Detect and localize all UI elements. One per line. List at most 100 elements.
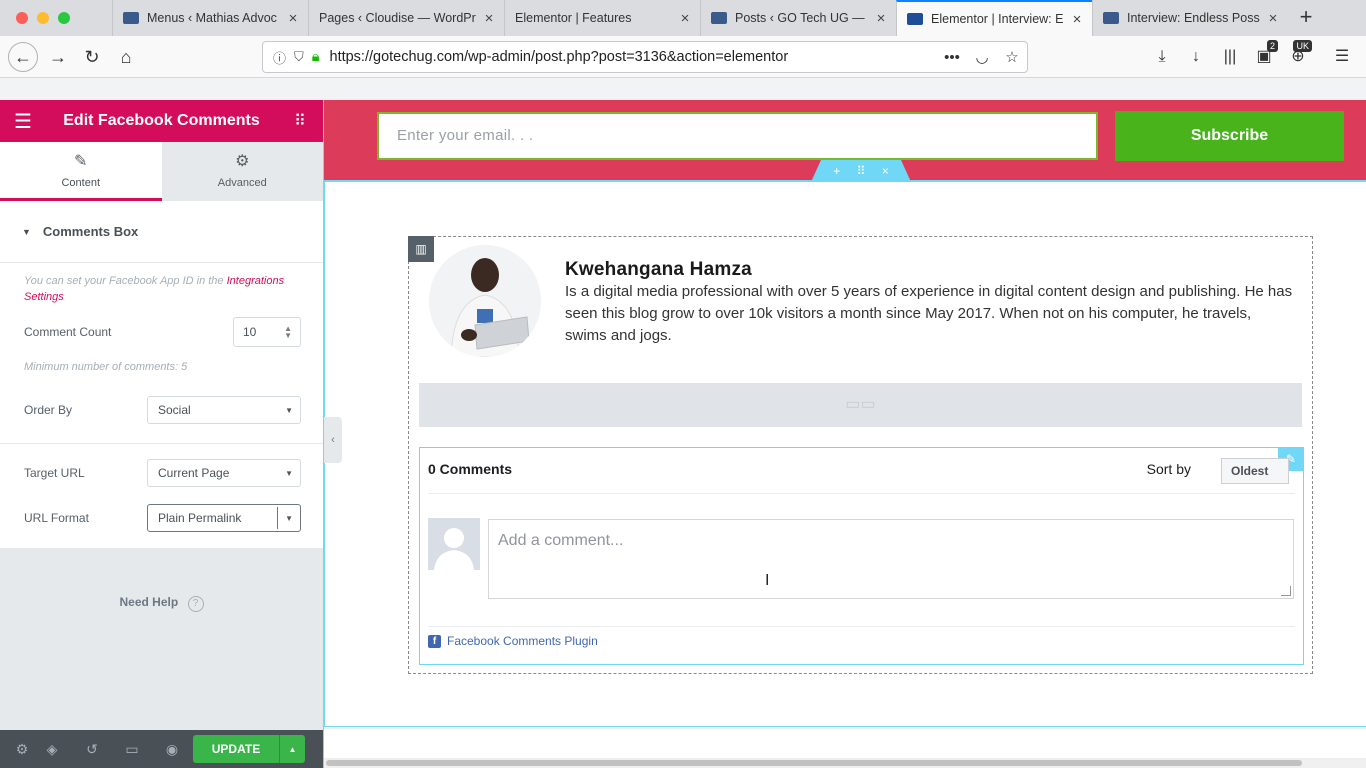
preview-eye-icon[interactable]: ◉: [152, 741, 192, 758]
controls-area: You can set your Facebook App ID in the …: [0, 263, 323, 548]
tab-title: Pages ‹ Cloudise — WordPr: [319, 11, 476, 25]
save-page-icon[interactable]: ⤓: [1148, 43, 1176, 71]
pencil-icon: ✎: [74, 153, 88, 170]
order-by-value: Social: [158, 403, 191, 417]
reload-button[interactable]: ↻: [78, 43, 106, 71]
sort-by-value: Oldest: [1231, 464, 1269, 478]
horizontal-scrollbar[interactable]: [324, 758, 1366, 768]
widget-placeholder-bar[interactable]: ▭▭: [419, 383, 1302, 427]
navigator-layers-icon[interactable]: ◈: [32, 741, 72, 758]
chevron-down-icon: ▼: [285, 405, 293, 415]
info-icon[interactable]: ⓘ: [273, 48, 286, 67]
library-icon[interactable]: |||: [1216, 43, 1244, 71]
comment-count: 0 Comments: [428, 461, 513, 477]
drag-handle-icon[interactable]: ⠿: [857, 164, 866, 178]
back-button[interactable]: ←: [8, 42, 38, 72]
forward-button[interactable]: →: [44, 43, 72, 71]
comment-count-value: 10: [243, 325, 257, 339]
min-comments-note: Minimum number of comments: 5: [24, 361, 188, 373]
bookmark-star-icon[interactable]: ☆: [997, 48, 1027, 66]
section-title: Comments Box: [42, 224, 139, 239]
select-separator: [277, 507, 278, 529]
text-cursor-icon: I: [765, 572, 770, 589]
close-window-button[interactable]: [16, 12, 28, 24]
section-comments-box[interactable]: ▼ Comments Box: [0, 201, 323, 263]
scrollbar-thumb[interactable]: [326, 760, 1302, 766]
sort-by-select[interactable]: Oldest: [1221, 458, 1289, 484]
email-input[interactable]: Enter your email. . .: [377, 112, 1098, 160]
browser-tab-pages[interactable]: Pages ‹ Cloudise — WordPr ×: [308, 0, 504, 36]
address-bar[interactable]: ⓘ ⛉ 🔒︎ https://gotechug.com/wp-admin/pos…: [262, 41, 1028, 73]
author-bio: Is a digital media professional with ove…: [565, 283, 1293, 344]
close-tab-icon[interactable]: ×: [1070, 11, 1084, 28]
favicon-icon: [1103, 12, 1119, 24]
responsive-mode-icon[interactable]: ▭: [112, 741, 152, 758]
downloads-icon[interactable]: ↓: [1182, 43, 1210, 71]
close-tab-icon[interactable]: ×: [678, 10, 692, 27]
maximize-window-button[interactable]: [58, 12, 70, 24]
hamburger-menu-icon[interactable]: ☰: [0, 109, 46, 134]
url-format-value: Plain Permalink: [158, 511, 242, 525]
tab-content[interactable]: ✎ Content: [0, 142, 162, 201]
target-url-row: Target URL Current Page ▼: [0, 452, 323, 494]
close-tab-icon[interactable]: ×: [874, 10, 888, 27]
widgets-grid-icon[interactable]: ⠿: [277, 111, 323, 131]
minimize-window-button[interactable]: [37, 12, 49, 24]
pocket-icon[interactable]: ◡: [967, 48, 997, 66]
browser-tab-menus[interactable]: Menus ‹ Mathias Advoc ×: [112, 0, 308, 36]
add-comment-textarea[interactable]: Add a comment...: [488, 519, 1294, 599]
resize-handle-icon[interactable]: [1281, 586, 1291, 596]
add-comment-placeholder: Add a comment...: [498, 532, 624, 549]
comment-count-input[interactable]: 10 ▲ ▼: [233, 317, 301, 347]
home-button[interactable]: ⌂: [112, 43, 140, 71]
gear-icon: ⚙: [235, 153, 250, 170]
question-icon: ?: [187, 596, 204, 612]
author-name: Kwehangana Hamza: [565, 259, 752, 280]
elementor-panel: ☰ Edit Facebook Comments ⠿ ✎ Content ⚙ A…: [0, 100, 323, 768]
url-format-select[interactable]: Plain Permalink ▼: [147, 504, 301, 532]
facebook-comments-widget[interactable]: ✎ 0 Comments Sort by Oldest Add a commen…: [419, 447, 1304, 665]
panel-tabs: ✎ Content ⚙ Advanced: [0, 142, 323, 201]
section-handle[interactable]: + ⠿ ×: [811, 160, 911, 182]
stepper-icon[interactable]: ▲ ▼: [284, 325, 292, 340]
browser-tab-elementor-features[interactable]: Elementor | Features ×: [504, 0, 700, 36]
uk-badge: UK: [1293, 40, 1312, 52]
tab-advanced[interactable]: ⚙ Advanced: [162, 142, 324, 201]
extension-icon[interactable]: ▣ 2: [1250, 40, 1278, 71]
chevron-down-icon: ▼: [285, 513, 293, 523]
divider: [428, 626, 1295, 627]
browser-tab-interview[interactable]: Interview: Endless Poss ×: [1092, 0, 1288, 36]
need-help-link[interactable]: Need Help ?: [0, 595, 323, 612]
browser-tab-elementor-interview[interactable]: Elementor | Interview: E ×: [896, 0, 1092, 36]
settings-gear-icon[interactable]: ⚙: [12, 741, 32, 758]
facebook-plugin-link[interactable]: f Facebook Comments Plugin: [428, 634, 598, 648]
tab-title: Elementor | Features: [515, 11, 632, 25]
language-icon[interactable]: ⊕ UK: [1284, 40, 1312, 71]
delete-section-icon[interactable]: ×: [882, 164, 889, 178]
close-tab-icon[interactable]: ×: [1266, 10, 1280, 27]
order-by-select[interactable]: Social ▼: [147, 396, 301, 424]
history-icon[interactable]: ↺: [72, 741, 112, 758]
url-text[interactable]: https://gotechug.com/wp-admin/post.php?p…: [330, 49, 938, 65]
close-tab-icon[interactable]: ×: [482, 10, 496, 27]
tab-title: Interview: Endless Poss: [1127, 11, 1260, 25]
update-button[interactable]: UPDATE: [193, 735, 279, 763]
collapse-panel-button[interactable]: ‹: [324, 417, 342, 463]
update-options-button[interactable]: ▲: [279, 735, 305, 763]
add-section-icon[interactable]: +: [833, 164, 840, 178]
url-format-label: URL Format: [24, 511, 89, 525]
column-handle-icon[interactable]: ▥: [408, 236, 434, 262]
close-tab-icon[interactable]: ×: [286, 10, 300, 27]
subscribe-button[interactable]: Subscribe: [1115, 111, 1344, 161]
target-url-select[interactable]: Current Page ▼: [147, 459, 301, 487]
new-tab-button[interactable]: +: [1288, 0, 1324, 36]
more-actions-icon[interactable]: •••: [937, 49, 967, 66]
default-avatar: [428, 518, 480, 570]
menu-icon[interactable]: ☰: [1328, 43, 1356, 71]
shield-icon[interactable]: ⛉: [294, 49, 304, 65]
order-by-label: Order By: [24, 403, 73, 417]
preview-footer: [324, 728, 1366, 758]
facebook-plugin-label: Facebook Comments Plugin: [447, 634, 598, 648]
browser-tab-posts[interactable]: Posts ‹ GO Tech UG — ×: [700, 0, 896, 36]
